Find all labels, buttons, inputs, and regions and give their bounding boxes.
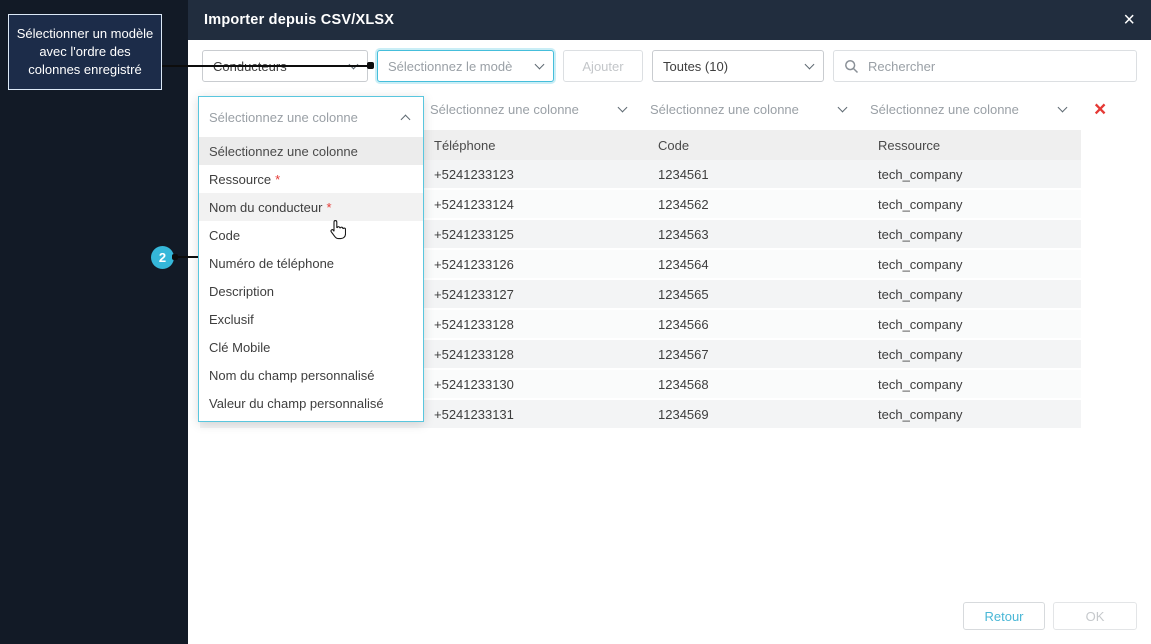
filter-select-value: Toutes (10) xyxy=(663,58,729,74)
search-box xyxy=(833,50,1137,82)
chevron-up-icon xyxy=(400,114,411,124)
cell-resource: tech_company xyxy=(878,196,963,212)
dropdown-item[interactable]: Ressource * xyxy=(199,165,423,193)
required-asterisk: * xyxy=(326,199,332,215)
add-button[interactable]: Ajouter xyxy=(563,50,643,82)
cell-phone: +5241233126 xyxy=(434,256,514,272)
column-select[interactable]: Sélectionnez une colonne xyxy=(860,98,1080,120)
open-column-select[interactable]: Sélectionnez une colonne xyxy=(199,97,423,137)
callout-connector-dot xyxy=(367,62,374,69)
column-select-label: Sélectionnez une colonne xyxy=(430,101,579,117)
import-dialog: Importer depuis CSV/XLSX × Conducteurs S… xyxy=(188,0,1151,644)
cell-phone: +5241233131 xyxy=(434,406,514,422)
column-select[interactable]: Sélectionnez une colonne xyxy=(640,98,860,120)
dropdown-item[interactable]: Code * xyxy=(199,221,423,249)
hand-cursor-icon xyxy=(329,219,347,245)
dialog-header: Importer depuis CSV/XLSX × xyxy=(188,0,1151,40)
column-select[interactable]: Sélectionnez une colonne xyxy=(420,98,640,120)
dropdown-item[interactable]: Sélectionnez une colonne * xyxy=(199,137,423,165)
cell-phone: +5241233123 xyxy=(434,166,514,182)
cell-resource: tech_company xyxy=(878,256,963,272)
remove-column-icon[interactable]: × xyxy=(1094,99,1106,120)
dropdown-item-label: Description xyxy=(209,283,275,299)
dropdown-item-label: Exclusif xyxy=(209,311,254,327)
dropdown-item-label: Clé Mobile xyxy=(209,339,271,355)
dropdown-item[interactable]: Nom du conducteur * xyxy=(199,193,423,221)
column-select-label: Sélectionnez une colonne xyxy=(870,101,1019,117)
dropdown-item[interactable]: Exclusif * xyxy=(199,305,423,333)
callout-text: Sélectionner un modèle avec l'ordre des … xyxy=(16,26,154,77)
template-select[interactable]: Sélectionnez le modè xyxy=(377,50,554,82)
search-input[interactable] xyxy=(866,57,1126,75)
filter-select[interactable]: Toutes (10) xyxy=(652,50,824,82)
dropdown-item-label: Nom du champ personnalisé xyxy=(209,367,375,383)
chevron-down-icon xyxy=(348,59,359,69)
dropdown-item-label: Code xyxy=(209,227,241,243)
dropdown-item[interactable]: Numéro de téléphone * xyxy=(199,249,423,277)
chevron-down-icon xyxy=(804,59,815,69)
header-phone: Téléphone xyxy=(434,137,496,153)
cell-code: 1234564 xyxy=(658,256,709,272)
chevron-down-icon xyxy=(617,102,628,112)
dropdown-item-label: Numéro de téléphone xyxy=(209,255,335,271)
cell-code: 1234562 xyxy=(658,196,709,212)
open-column-select-label: Sélectionnez une colonne xyxy=(209,109,358,125)
ok-button[interactable]: OK xyxy=(1053,602,1137,630)
cell-resource: tech_company xyxy=(878,346,963,362)
cell-resource: tech_company xyxy=(878,376,963,392)
header-resource: Ressource xyxy=(878,137,941,153)
cell-phone: +5241233124 xyxy=(434,196,514,212)
cell-code: 1234568 xyxy=(658,376,709,392)
cell-resource: tech_company xyxy=(878,166,963,182)
cell-phone: +5241233128 xyxy=(434,316,514,332)
cell-resource: tech_company xyxy=(878,226,963,242)
cell-phone: +5241233130 xyxy=(434,376,514,392)
chevron-down-icon xyxy=(534,59,545,69)
dialog-title: Importer depuis CSV/XLSX xyxy=(204,12,395,28)
cell-phone: +5241233127 xyxy=(434,286,514,302)
column-dropdown-panel: Sélectionnez une colonne Sélectionnez un… xyxy=(198,96,424,422)
cell-phone: +5241233125 xyxy=(434,226,514,242)
cell-resource: tech_company xyxy=(878,406,963,422)
callout-tooltip: Sélectionner un modèle avec l'ordre des … xyxy=(8,14,162,90)
dropdown-item[interactable]: Valeur du champ personnalisé * xyxy=(199,389,423,417)
cell-code: 1234569 xyxy=(658,406,709,422)
screen: Sélectionner un modèle avec l'ordre des … xyxy=(0,0,1151,644)
column-select-label: Sélectionnez une colonne xyxy=(650,101,799,117)
dropdown-item-label: Ressource xyxy=(209,171,272,187)
column-dropdown-list: Sélectionnez une colonne * Ressource * N… xyxy=(199,137,423,421)
dropdown-item[interactable]: Clé Mobile * xyxy=(199,333,423,361)
cell-code: 1234566 xyxy=(658,316,709,332)
dropdown-item-label: Nom du conducteur xyxy=(209,199,323,215)
cell-code: 1234561 xyxy=(658,166,709,182)
dropdown-item-label: Sélectionnez une colonne xyxy=(209,143,358,159)
step-2-badge: 2 xyxy=(151,246,174,269)
required-asterisk: * xyxy=(275,171,281,187)
dropdown-item[interactable]: Nom du champ personnalisé * xyxy=(199,361,423,389)
badge-connector-dot xyxy=(172,254,178,260)
chevron-down-icon xyxy=(837,102,848,112)
close-icon[interactable]: × xyxy=(1123,10,1135,30)
cell-code: 1234565 xyxy=(658,286,709,302)
cell-code: 1234563 xyxy=(658,226,709,242)
search-icon xyxy=(845,59,859,73)
cell-resource: tech_company xyxy=(878,316,963,332)
cell-code: 1234567 xyxy=(658,346,709,362)
dialog-footer: Retour OK xyxy=(963,602,1137,630)
cell-phone: +5241233128 xyxy=(434,346,514,362)
dropdown-item-label: Valeur du champ personnalisé xyxy=(209,395,384,411)
chevron-down-icon xyxy=(1057,102,1068,112)
back-button[interactable]: Retour xyxy=(963,602,1045,630)
toolbar: Conducteurs Sélectionnez le modè Ajouter… xyxy=(188,40,1151,82)
cell-resource: tech_company xyxy=(878,286,963,302)
template-select-placeholder: Sélectionnez le modè xyxy=(388,58,513,74)
header-code: Code xyxy=(658,137,690,153)
callout-connector-line xyxy=(162,65,369,67)
dropdown-item[interactable]: Description * xyxy=(199,277,423,305)
